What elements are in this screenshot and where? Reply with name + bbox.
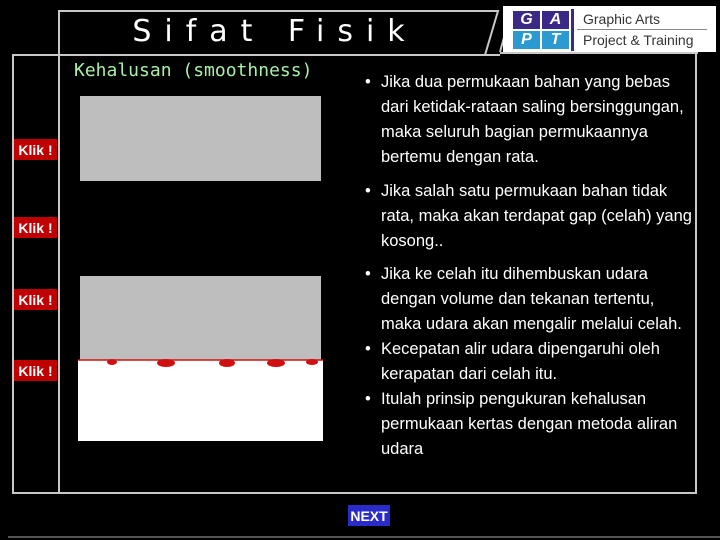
logo-cell-g: G	[513, 11, 540, 29]
next-button[interactable]: NEXT	[348, 505, 390, 526]
logo-line-1: Graphic Arts	[583, 11, 661, 27]
lower-paper-block	[78, 360, 323, 441]
logo-separator	[577, 29, 707, 30]
logo-divider	[571, 9, 574, 51]
bullet-item: Jika ke celah itu dihembuskan udara deng…	[363, 262, 698, 337]
gap-1	[107, 359, 117, 365]
bullet-item: Itulah prinsip pengukuran kehalusan perm…	[363, 387, 698, 462]
klik-button-4[interactable]: Klik !	[14, 360, 57, 381]
gap-4	[267, 359, 285, 367]
logo-cell-a: A	[542, 11, 569, 29]
frame-top-line	[12, 54, 500, 56]
klik-button-3[interactable]: Klik !	[14, 289, 57, 310]
gap-5	[306, 359, 318, 365]
logo-line-2: Project & Training	[583, 32, 694, 48]
bottom-divider	[8, 536, 720, 538]
logo-cell-p: P	[513, 31, 540, 49]
page-title: Sifat Fisik	[132, 14, 418, 49]
section-subtitle: Kehalusan (smoothness)	[74, 60, 313, 81]
bullet-item: Jika dua permukaan bahan yang bebas dari…	[363, 70, 698, 170]
gap-2	[157, 359, 175, 367]
explanation-list: Jika dua permukaan bahan yang bebas dari…	[363, 70, 698, 462]
bullet-item: Kecepatan alir udara dipengaruhi oleh ke…	[363, 337, 698, 387]
frame-top-line-right	[500, 52, 698, 54]
klik-button-2[interactable]: Klik !	[14, 217, 57, 238]
upper-material-block	[80, 276, 321, 362]
gap-3	[219, 359, 235, 367]
klik-button-1[interactable]: Klik !	[14, 139, 57, 160]
surface-gaps	[78, 359, 323, 367]
sidebar-divider	[58, 10, 60, 494]
gapt-logo: G A P T Graphic Arts Project & Training	[503, 6, 716, 52]
smooth-surface-illustration	[80, 96, 321, 181]
logo-cell-t: T	[542, 31, 569, 49]
bullet-item: Jika salah satu permukaan bahan tidak ra…	[363, 179, 698, 254]
